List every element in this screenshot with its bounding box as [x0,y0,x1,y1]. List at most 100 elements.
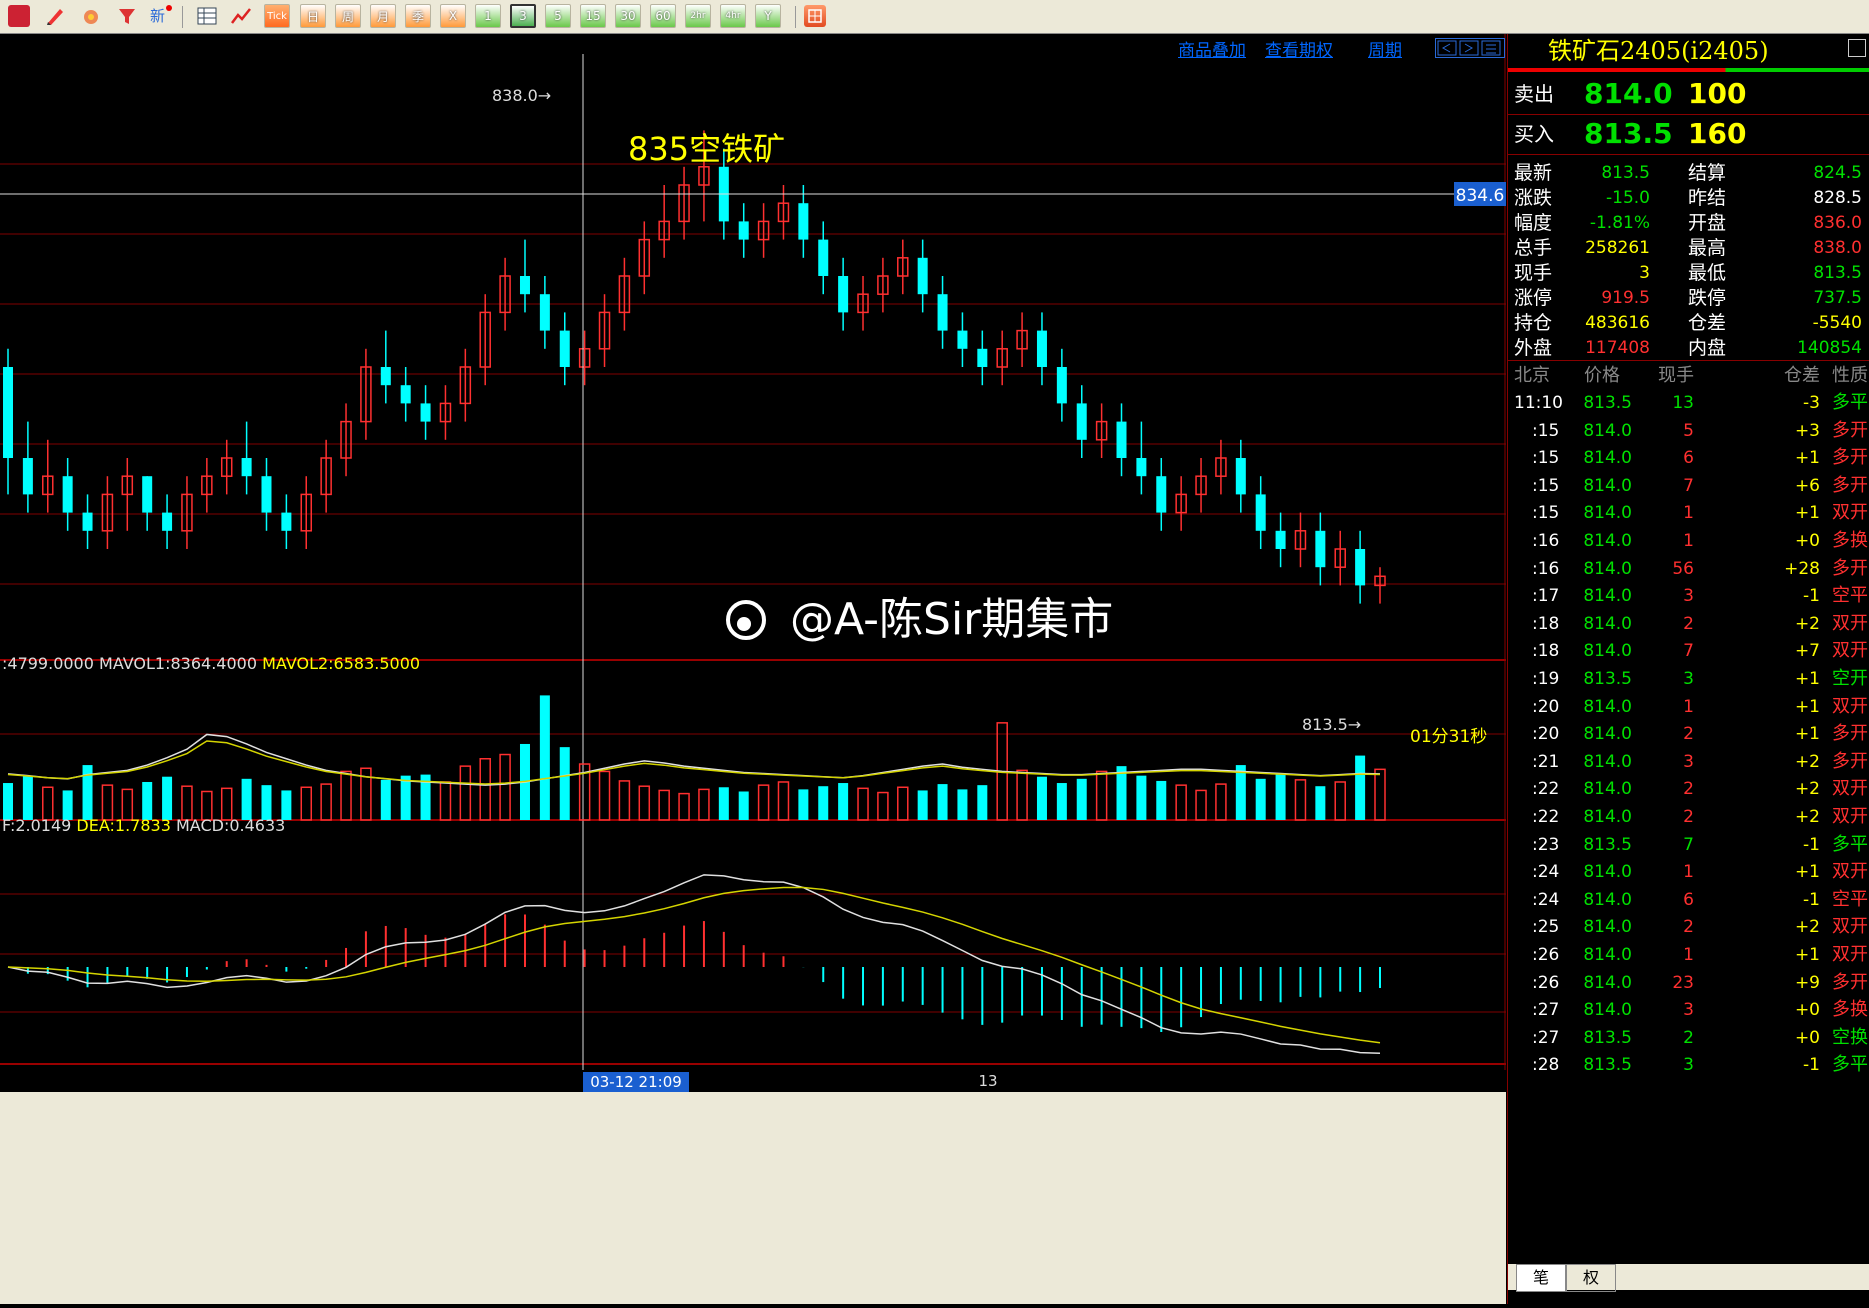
ask-label: 卖出 [1514,82,1554,106]
tick-row: :20 814.0 1 +1 双开 [1508,692,1869,722]
candle-body [420,403,431,422]
volume-bar [320,783,332,821]
paint-icon[interactable] [80,5,102,27]
high-marker: 838.0→ [492,86,551,105]
volume-bar [798,789,809,820]
tick-oi-change: +1 [1794,696,1820,717]
tick-price: 814.0 [1583,779,1632,800]
volume-bar [1235,765,1246,820]
period-button-2hr[interactable]: 2hr [685,4,711,28]
tick-volume: 7 [1683,475,1694,496]
tick-time: :26 [1532,972,1560,993]
tick-header-cell: 价格 [1584,365,1620,386]
maximize-icon[interactable] [1848,39,1866,57]
filter-icon[interactable] [116,5,138,27]
tick-header-cell: 现手 [1658,365,1694,386]
tick-volume: 3 [1683,751,1694,772]
period-button-15[interactable]: 15 [580,4,606,28]
period-button-X[interactable]: X [440,4,466,28]
candle-body [539,294,550,331]
tick-price: 814.0 [1583,586,1632,607]
tick-row: :18 814.0 2 +2 双开 [1508,609,1869,639]
pencil-icon[interactable] [44,5,66,27]
table-icon[interactable] [196,5,218,27]
tick-price: 814.0 [1583,558,1632,579]
candle-body [957,330,968,349]
tick-row: :16 814.0 56 +28 多开 [1508,554,1869,584]
ask-price: 814.0 [1584,77,1673,110]
period-button-5[interactable]: 5 [545,4,571,28]
volume-bar [738,791,749,820]
tick-price: 814.0 [1583,448,1632,469]
tick-oi-change: +2 [1794,779,1820,800]
new-icon[interactable]: 新 [150,5,172,27]
candle-body [519,276,530,295]
period-button-Y[interactable]: Y [755,4,781,28]
tick-price: 814.0 [1583,641,1632,662]
period-label: X [448,9,458,23]
tick-volume: 3 [1683,586,1694,607]
tick-time: :18 [1532,641,1560,662]
cycle-link[interactable]: 周期 [1368,36,1402,61]
nav-arrows[interactable] [1435,38,1505,58]
volume-bar [1374,768,1386,821]
tick-oi-change: +6 [1794,475,1820,496]
tick-oi-change: -1 [1803,834,1820,855]
bid-row: 买入 813.5 160 [1508,114,1869,155]
tick-oi-change: +1 [1794,448,1820,469]
volume-bar [857,787,869,821]
period-button-60[interactable]: 60 [650,4,676,28]
tick-row: :15 814.0 7 +6 多开 [1508,471,1869,501]
tick-price: 814.0 [1583,613,1632,634]
status-bar [0,1092,1506,1304]
tab-trades[interactable]: 笔 [1516,1264,1566,1292]
chart-icon[interactable] [230,5,252,27]
candle-body [1255,494,1266,531]
tick-header-cell: 性质 [1832,365,1868,386]
monitor-icon[interactable] [8,5,30,27]
overlay-link[interactable]: 商品叠加 [1178,36,1246,61]
tick-time: :15 [1532,503,1560,524]
quote-header: 铁矿石2405(i2405) [1508,34,1869,72]
volume-bar [1315,786,1326,820]
tick-price: 814.0 [1583,945,1632,965]
options-link[interactable]: 查看期权 [1265,36,1333,61]
volume-bar [1175,784,1187,821]
tab-options[interactable]: 权 [1566,1264,1616,1292]
period-button-3[interactable]: 3 [510,4,536,28]
period-button-4hr[interactable]: 4hr [720,4,746,28]
ask-volume: 100 [1688,77,1747,110]
tick-oi-change: +1 [1794,503,1820,524]
tick-volume: 1 [1683,696,1694,717]
period-button-30[interactable]: 30 [615,4,641,28]
tick-nature: 多开 [1832,419,1868,441]
volume-bar [400,775,411,820]
volume-bar [539,695,550,820]
volume-bar [1334,781,1346,821]
low-marker: 813.5→ [1302,715,1361,734]
stats-label: 外盘 [1514,337,1553,359]
price-annotation: 835空铁矿 [628,130,785,168]
tick-button[interactable]: Tick [264,4,290,28]
volume-bar [1156,780,1167,820]
period-button-周[interactable]: 周 [335,4,361,28]
period-button-1[interactable]: 1 [475,4,501,28]
tick-price: 814.0 [1583,420,1632,441]
tick-header-cell: 仓差 [1784,365,1820,386]
tick-price: 814.0 [1583,696,1632,717]
tick-nature: 多开 [1832,557,1868,579]
mavol2-line [7,740,1381,785]
chart-area[interactable]: 834.6 835空铁矿 838.0→ 813.5→ 01分31秒 @A-陈Sir期集市:… [0,34,1506,1304]
volume-bar [439,781,452,821]
tick-volume: 1 [1683,531,1694,551]
volume-bar [957,789,968,820]
tick-volume: 13 [1672,393,1694,413]
grid-icon[interactable] [804,5,826,27]
period-button-季[interactable]: 季 [405,4,431,28]
candle-body [798,203,809,240]
bottom-tabs: 笔 权 [1508,1264,1869,1292]
kline-chart[interactable]: 834.6 835空铁矿 838.0→ 813.5→ 01分31秒 @A-陈Sir期集市:… [0,34,1506,1304]
tick-volume: 1 [1683,862,1694,883]
period-button-月[interactable]: 月 [370,4,396,28]
period-button-日[interactable]: 日 [300,4,326,28]
